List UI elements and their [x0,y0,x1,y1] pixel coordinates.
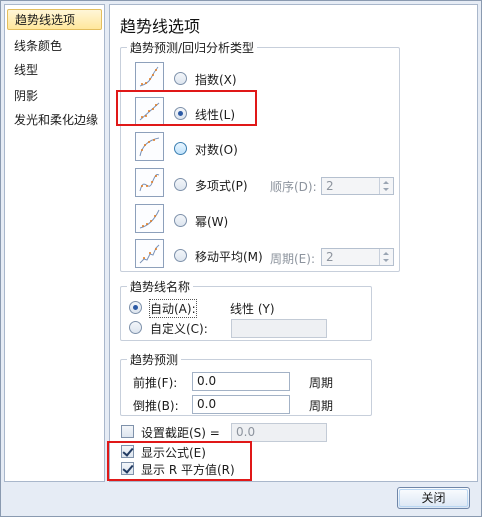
order-stepper[interactable]: 2 [321,177,394,195]
nav-item-trendline-options[interactable]: 趋势线选项 [7,9,102,30]
name-custom-radio[interactable] [129,321,142,334]
linear-radio[interactable] [174,107,187,120]
logarithmic-label: 对数(O) [195,143,238,157]
trendline-name-group: 趋势线名称 自动(A): 线性 (Y) 自定义(C): [120,278,372,341]
power-radio[interactable] [174,214,187,227]
show-r-squared-label: 显示 R 平方值(R) [141,463,235,477]
backward-label: 倒推(B): [133,399,179,413]
polynomial-label: 多项式(P) [195,179,248,193]
name-custom-label: 自定义(C): [150,322,208,336]
polynomial-radio[interactable] [174,178,187,191]
name-auto-label: 自动(A): [149,299,197,318]
period-label: 周期(E): [270,252,315,266]
backward-periods-input[interactable]: 0.0 [192,395,290,414]
exponential-label: 指数(X) [195,73,237,87]
nav-item-line-style[interactable]: 线型 [7,60,102,81]
linear-trendline-icon[interactable] [135,97,164,126]
set-intercept-checkbox[interactable] [121,425,134,438]
power-trendline-icon[interactable] [135,204,164,233]
show-r-squared-checkbox[interactable] [121,462,134,475]
logarithmic-trendline-icon[interactable] [135,132,164,161]
nav-item-shadow[interactable]: 阴影 [7,86,102,107]
name-auto-radio[interactable] [129,301,142,314]
linear-label: 线性(L) [195,108,236,122]
nav-item-line-color[interactable]: 线条颜色 [7,36,102,57]
exponential-radio[interactable] [174,72,187,85]
show-equation-checkbox[interactable] [121,445,134,458]
forecast-group: 趋势预测 前推(F): 0.0 周期 倒推(B): 0.0 周期 [120,351,372,416]
forecast-group-title: 趋势预测 [127,351,182,368]
page-title: 趋势线选项 [120,17,201,36]
regression-type-group: 趋势预测/回归分析类型 指数(X) 线性(L) 对数(O) 多项式(P) 顺序(… [120,39,400,272]
order-label: 顺序(D): [270,180,317,194]
logarithmic-radio[interactable] [174,142,187,155]
close-button[interactable]: 关闭 [397,487,470,509]
moving-average-label: 移动平均(M) [195,250,263,264]
period-stepper[interactable]: 2 [321,248,394,266]
exponential-trendline-icon[interactable] [135,62,164,91]
period-value: 2 [326,250,334,264]
set-intercept-label: 设置截距(S) = [141,426,220,440]
regression-type-group-title: 趋势预测/回归分析类型 [127,39,258,56]
forward-periods-input[interactable]: 0.0 [192,372,290,391]
intercept-input[interactable]: 0.0 [231,423,327,442]
forward-label: 前推(F): [133,376,178,390]
moving-average-radio[interactable] [174,249,187,262]
order-value: 2 [326,179,334,193]
polynomial-trendline-icon[interactable] [135,168,164,197]
name-auto-value: 线性 (Y) [230,302,275,316]
backward-unit: 周期 [309,399,334,413]
period-stepper-buttons[interactable] [379,249,393,265]
order-stepper-buttons[interactable] [379,178,393,194]
custom-name-input[interactable] [231,319,327,338]
trendline-name-group-title: 趋势线名称 [127,278,194,295]
moving-average-trendline-icon[interactable] [135,239,164,268]
nav-item-glow-soft-edges[interactable]: 发光和柔化边缘 [7,110,102,131]
power-label: 幂(W) [195,215,229,229]
options-pane: 趋势线选项 趋势预测/回归分析类型 指数(X) 线性(L) 对数(O) 多项式(… [109,4,478,482]
category-nav: 趋势线选项 线条颜色 线型 阴影 发光和柔化边缘 [4,4,105,482]
show-equation-label: 显示公式(E) [141,446,206,460]
forward-unit: 周期 [309,376,334,390]
